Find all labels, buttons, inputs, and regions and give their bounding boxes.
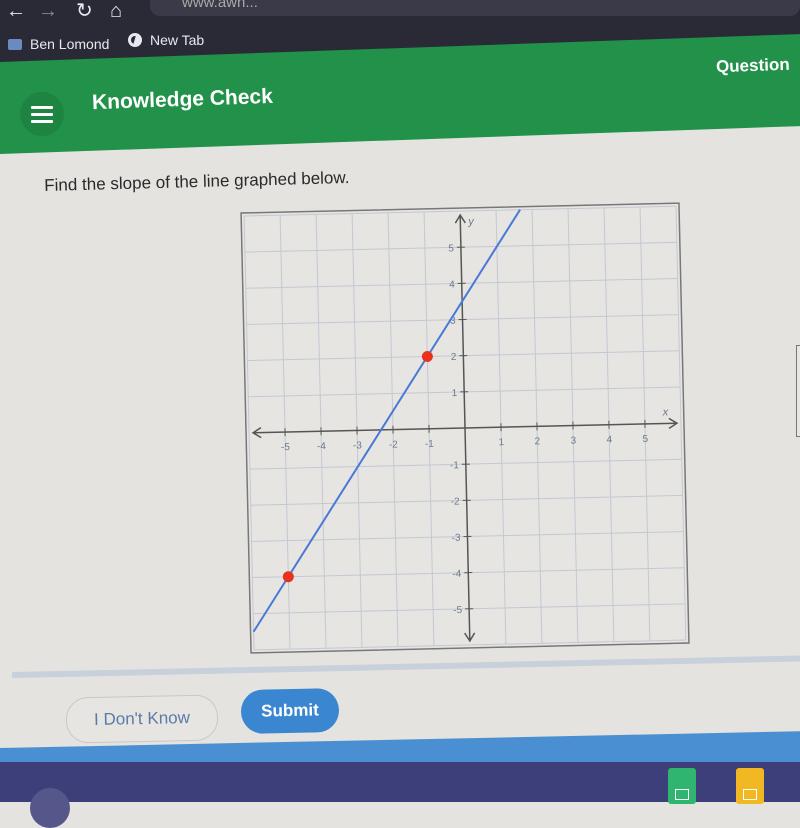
y-tick-label: -4 xyxy=(452,569,462,580)
bookmark-new-tab[interactable]: New Tab xyxy=(128,32,204,48)
x-tick-label: 3 xyxy=(570,435,576,446)
coordinate-plane: -5-4-3-2-112345-5-4-3-2-112345xy xyxy=(240,202,690,654)
y-tick-label: -5 xyxy=(453,605,463,616)
menu-button[interactable] xyxy=(20,92,64,136)
y-tick-label: 2 xyxy=(451,352,457,363)
x-axis-label: x xyxy=(662,406,669,418)
globe-icon xyxy=(128,33,142,47)
bookmark-ben-lomond[interactable]: Ben Lomond xyxy=(8,36,109,52)
answer-input[interactable] xyxy=(796,345,800,437)
sheets-grid-glyph xyxy=(675,789,689,800)
x-tick-label: 4 xyxy=(606,435,612,446)
folder-icon xyxy=(8,39,22,50)
slides-frame-glyph xyxy=(743,789,757,800)
x-tick-label: -5 xyxy=(281,442,291,453)
dont-know-button[interactable]: I Don't Know xyxy=(66,694,219,743)
slides-icon[interactable] xyxy=(736,768,764,804)
address-text: www.awh... xyxy=(182,0,258,11)
x-tick-label: 1 xyxy=(498,437,504,448)
y-tick-label: -1 xyxy=(450,460,460,471)
hamburger-icon-bar xyxy=(31,106,53,109)
x-tick-label: -4 xyxy=(317,441,327,452)
back-arrow-icon[interactable]: ← xyxy=(6,0,26,22)
graph: -5-4-3-2-112345-5-4-3-2-112345xy xyxy=(240,202,690,654)
forward-arrow-icon[interactable]: → xyxy=(38,0,58,22)
reload-icon[interactable]: ↻ xyxy=(76,0,93,22)
x-tick-label: -2 xyxy=(389,440,399,451)
y-tick-label: 4 xyxy=(449,280,455,291)
y-tick-label: -2 xyxy=(451,496,461,507)
hamburger-icon-bar xyxy=(31,113,53,116)
submit-button[interactable]: Submit xyxy=(241,688,340,734)
sheets-icon[interactable] xyxy=(668,768,696,804)
x-tick-label: -1 xyxy=(425,439,435,450)
x-tick-label: 5 xyxy=(642,434,648,445)
bookmark-label: Ben Lomond xyxy=(30,36,109,52)
question-counter-label: Question xyxy=(716,55,790,78)
hamburger-icon-bar xyxy=(31,120,53,123)
question-prompt: Find the slope of the line graphed below… xyxy=(44,168,350,196)
launcher-button[interactable] xyxy=(30,788,70,828)
x-tick-label: 2 xyxy=(534,436,540,447)
x-tick-label: -3 xyxy=(353,440,363,451)
divider xyxy=(12,655,800,678)
bookmark-label: New Tab xyxy=(150,32,204,48)
y-tick-label: 1 xyxy=(452,388,458,399)
y-tick-label: 5 xyxy=(448,243,454,254)
home-icon[interactable]: ⌂ xyxy=(110,0,122,22)
y-tick-label: -3 xyxy=(451,533,461,544)
